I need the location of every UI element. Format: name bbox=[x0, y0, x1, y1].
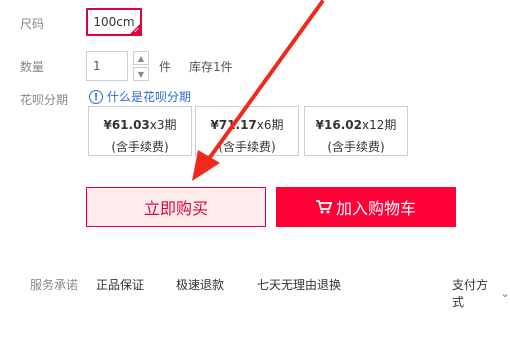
plan-fee: (含手续费) bbox=[327, 140, 385, 154]
huabei-label: 花呗分期 bbox=[20, 93, 69, 107]
stock-text: 库存1件 bbox=[189, 60, 233, 74]
buy-now-button[interactable]: 立即购买 bbox=[86, 187, 266, 227]
service-label: 服务承诺 bbox=[30, 278, 79, 292]
installment-option-3[interactable]: ¥61.03x3期 (含手续费) bbox=[88, 106, 192, 156]
plan-fee: (含手续费) bbox=[111, 140, 169, 154]
quantity-decrease-button[interactable]: ▼ bbox=[133, 67, 149, 81]
chevron-down-icon: ⌄ bbox=[499, 286, 510, 300]
plan-amount: ¥71.17 bbox=[210, 118, 257, 132]
huabei-link-text: 什么是花呗分期 bbox=[107, 90, 192, 104]
plan-amount: ¥61.03 bbox=[103, 118, 150, 132]
buy-now-label: 立即购买 bbox=[143, 199, 208, 218]
huabei-info-link[interactable]: ! 什么是花呗分期 bbox=[89, 88, 191, 105]
service-item: 七天无理由退换 bbox=[257, 278, 342, 292]
info-icon: ! bbox=[89, 89, 103, 104]
cart-icon bbox=[315, 200, 332, 214]
add-to-cart-button[interactable]: 加入购物车 bbox=[276, 187, 456, 227]
quantity-unit: 件 bbox=[159, 60, 172, 74]
service-item: 极速退款 bbox=[176, 278, 225, 292]
size-option-text: 100cm bbox=[93, 15, 135, 29]
plan-amount: ¥16.02 bbox=[315, 118, 362, 132]
check-icon: ✓ bbox=[133, 26, 140, 35]
quantity-increase-button[interactable]: ▲ bbox=[133, 51, 149, 65]
plan-fee: (含手续费) bbox=[218, 140, 276, 154]
plan-periods: x12期 bbox=[361, 118, 397, 132]
size-option-selected[interactable]: 100cm ✓ bbox=[86, 8, 142, 36]
plan-periods: x6期 bbox=[256, 118, 284, 132]
installment-option-6[interactable]: ¥71.17x6期 (含手续费) bbox=[195, 106, 299, 156]
add-to-cart-label: 加入购物车 bbox=[335, 199, 416, 218]
quantity-label: 数量 bbox=[20, 60, 45, 74]
plan-periods: x3期 bbox=[149, 118, 177, 132]
chevron-up-icon: ▲ bbox=[137, 53, 145, 63]
size-label: 尺码 bbox=[20, 17, 45, 31]
payment-methods-link[interactable]: 支付方式 ⌄ bbox=[452, 276, 510, 310]
chevron-down-icon: ▼ bbox=[137, 69, 145, 79]
service-item: 正品保证 bbox=[96, 278, 145, 292]
payment-methods-label: 支付方式 bbox=[452, 278, 489, 309]
quantity-input[interactable] bbox=[86, 51, 128, 81]
installment-option-12[interactable]: ¥16.02x12期 (含手续费) bbox=[304, 106, 408, 156]
